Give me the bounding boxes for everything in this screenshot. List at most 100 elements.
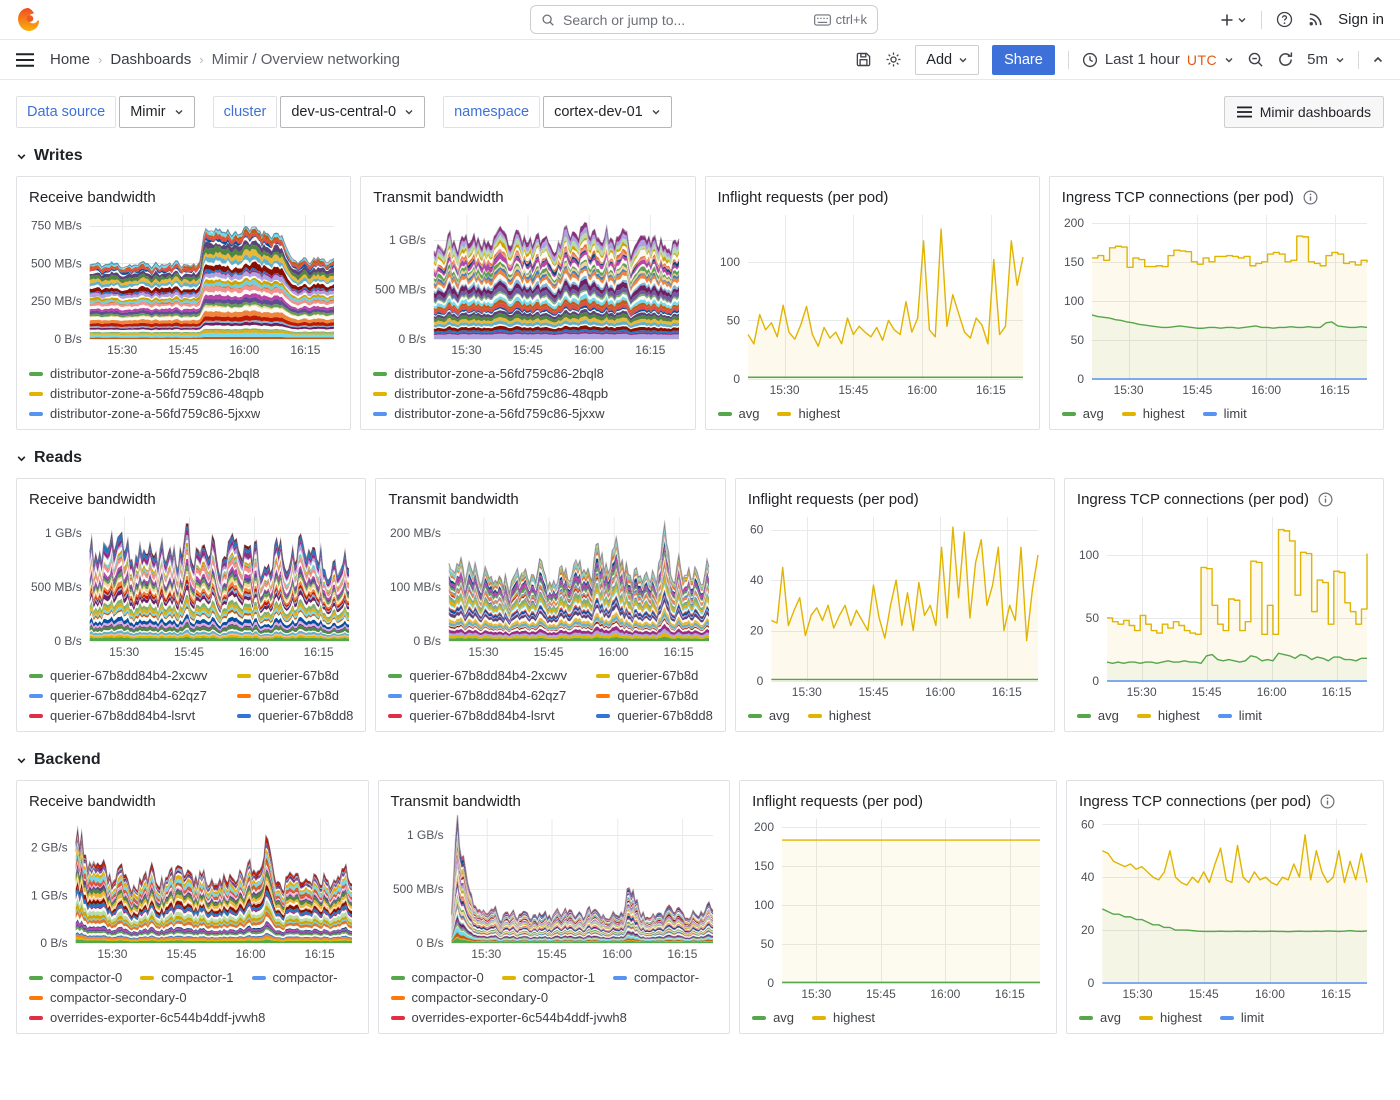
legend-item[interactable]: querier-67b8dd84b4-2xcwv xyxy=(388,668,596,683)
chart-canvas-backend_inflight[interactable] xyxy=(750,813,1046,1003)
panel-header[interactable]: Ingress TCP connections (per pod) xyxy=(1075,487,1373,511)
panel-header[interactable]: Receive bandwidth xyxy=(27,185,340,209)
info-icon[interactable] xyxy=(1320,794,1335,809)
chart-canvas-writes_receive[interactable] xyxy=(27,209,340,359)
chart-canvas-reads_inflight[interactable] xyxy=(746,511,1044,701)
legend-item[interactable]: highest xyxy=(808,708,871,723)
variable-value-dropdown[interactable]: Mimir xyxy=(119,96,194,128)
legend-item[interactable]: avg xyxy=(752,1010,794,1025)
legend-item[interactable]: querier-67b8dd84b4-lsrvt xyxy=(388,708,596,723)
chart-canvas-backend_ingress[interactable] xyxy=(1077,813,1373,1003)
info-icon[interactable] xyxy=(1318,492,1333,507)
share-button[interactable]: Share xyxy=(992,45,1055,75)
variable-value-dropdown[interactable]: cortex-dev-01 xyxy=(543,96,672,128)
search-input[interactable]: Search or jump to... ctrl+k xyxy=(530,5,878,34)
legend-item[interactable]: querier-67b8dd84b4-2xcwv xyxy=(29,668,237,683)
info-icon[interactable] xyxy=(1303,190,1318,205)
legend-item[interactable]: querier-67b8d xyxy=(237,688,353,703)
legend-item[interactable]: overrides-exporter-6c544b4ddf-jvwh8 xyxy=(391,1010,627,1025)
legend-item[interactable]: compactor-secondary-0 xyxy=(29,990,187,1005)
help-button[interactable] xyxy=(1276,11,1293,28)
chart-canvas-writes_ingress[interactable] xyxy=(1060,209,1373,399)
legend-item[interactable]: overrides-exporter-6c544b4ddf-jvwh8 xyxy=(29,1010,265,1025)
chart-canvas-backend_receive[interactable] xyxy=(27,813,358,963)
legend-item[interactable]: limit xyxy=(1203,406,1247,421)
refresh-button[interactable] xyxy=(1277,51,1294,68)
legend-item[interactable]: compactor- xyxy=(252,970,338,985)
legend-item[interactable]: limit xyxy=(1218,708,1262,723)
chart-area xyxy=(746,511,1044,701)
legend-item[interactable]: compactor-1 xyxy=(140,970,233,985)
collapse-toolbar-button[interactable] xyxy=(1372,54,1384,66)
legend-item[interactable]: distributor-zone-a-56fd759c86-5jxxw xyxy=(373,406,604,421)
legend-item[interactable]: distributor-zone-a-56fd759c86-5jxxw xyxy=(29,406,260,421)
legend-item[interactable]: compactor-0 xyxy=(29,970,122,985)
breadcrumb-home[interactable]: Home xyxy=(50,51,90,68)
legend-item[interactable]: highest xyxy=(1137,708,1200,723)
variable-label[interactable]: Data source xyxy=(16,96,116,128)
variable-label[interactable]: cluster xyxy=(213,96,278,128)
legend-item[interactable]: querier-67b8d xyxy=(237,668,353,683)
panel-header[interactable]: Inflight requests (per pod) xyxy=(746,487,1044,511)
time-range-picker[interactable]: Last 1 hour UTC xyxy=(1082,51,1234,68)
legend-item[interactable]: compactor- xyxy=(613,970,699,985)
menu-icon[interactable] xyxy=(16,53,34,67)
legend-item[interactable]: avg xyxy=(748,708,790,723)
panel-header[interactable]: Receive bandwidth xyxy=(27,487,355,511)
dashboard-settings-button[interactable] xyxy=(885,51,902,68)
legend-item[interactable]: highest xyxy=(1122,406,1185,421)
legend-item[interactable]: compactor-0 xyxy=(391,970,484,985)
sign-in-button[interactable]: Sign in xyxy=(1338,11,1384,28)
add-new-button[interactable] xyxy=(1219,12,1247,28)
legend-item[interactable]: highest xyxy=(1139,1010,1202,1025)
legend-item[interactable]: avg xyxy=(1077,708,1119,723)
legend-item[interactable]: querier-67b8d xyxy=(596,688,712,703)
news-button[interactable] xyxy=(1307,11,1324,28)
section-header-writes[interactable]: Writes xyxy=(16,142,1384,170)
legend-item[interactable]: highest xyxy=(777,406,840,421)
legend-item[interactable]: querier-67b8dd8 xyxy=(237,708,353,723)
zoom-out-time-button[interactable] xyxy=(1247,51,1264,68)
legend-item[interactable]: compactor-1 xyxy=(502,970,595,985)
chart-canvas-reads_receive[interactable] xyxy=(27,511,355,661)
legend-item[interactable]: limit xyxy=(1220,1010,1264,1025)
legend-item[interactable]: distributor-zone-a-56fd759c86-48qpb xyxy=(29,386,264,401)
legend-item[interactable]: distributor-zone-a-56fd759c86-2bql8 xyxy=(29,366,260,381)
legend-item[interactable]: avg xyxy=(718,406,760,421)
legend-item[interactable]: compactor-secondary-0 xyxy=(391,990,549,1005)
chart-canvas-writes_inflight[interactable] xyxy=(716,209,1029,399)
legend-label: avg xyxy=(1098,708,1119,723)
section-header-backend[interactable]: Backend xyxy=(16,746,1384,774)
variable-value-dropdown[interactable]: dev-us-central-0 xyxy=(280,96,425,128)
legend-item[interactable]: querier-67b8dd84b4-62qz7 xyxy=(29,688,237,703)
section-header-reads[interactable]: Reads xyxy=(16,444,1384,472)
panel-header[interactable]: Transmit bandwidth xyxy=(371,185,684,209)
chart-canvas-writes_transmit[interactable] xyxy=(371,209,684,359)
panel-header[interactable]: Receive bandwidth xyxy=(27,789,358,813)
panel-header[interactable]: Ingress TCP connections (per pod) xyxy=(1060,185,1373,209)
panel-header[interactable]: Ingress TCP connections (per pod) xyxy=(1077,789,1373,813)
legend-item[interactable]: distributor-zone-a-56fd759c86-2bql8 xyxy=(373,366,604,381)
legend-item[interactable]: distributor-zone-a-56fd759c86-48qpb xyxy=(373,386,608,401)
chart-canvas-reads_ingress[interactable] xyxy=(1075,511,1373,701)
variable-label[interactable]: namespace xyxy=(443,96,540,128)
legend-item[interactable]: avg xyxy=(1062,406,1104,421)
add-panel-button[interactable]: Add xyxy=(915,45,979,75)
grafana-logo[interactable] xyxy=(16,7,41,32)
legend-item[interactable]: avg xyxy=(1079,1010,1121,1025)
legend-item[interactable]: querier-67b8dd84b4-62qz7 xyxy=(388,688,596,703)
legend-item[interactable]: querier-67b8dd84b4-lsrvt xyxy=(29,708,237,723)
chart-canvas-reads_transmit[interactable] xyxy=(386,511,714,661)
save-dashboard-button[interactable] xyxy=(855,51,872,68)
legend-item[interactable]: highest xyxy=(812,1010,875,1025)
panel-header[interactable]: Transmit bandwidth xyxy=(386,487,714,511)
legend-item[interactable]: querier-67b8d xyxy=(596,668,712,683)
refresh-interval-picker[interactable]: 5m xyxy=(1307,51,1345,68)
mimir-dashboards-button[interactable]: Mimir dashboards xyxy=(1224,96,1384,128)
panel-header[interactable]: Inflight requests (per pod) xyxy=(716,185,1029,209)
breadcrumb-dashboards[interactable]: Dashboards xyxy=(110,51,191,68)
chart-canvas-backend_transmit[interactable] xyxy=(389,813,720,963)
panel-header[interactable]: Transmit bandwidth xyxy=(389,789,720,813)
legend-item[interactable]: querier-67b8dd8 xyxy=(596,708,712,723)
panel-header[interactable]: Inflight requests (per pod) xyxy=(750,789,1046,813)
